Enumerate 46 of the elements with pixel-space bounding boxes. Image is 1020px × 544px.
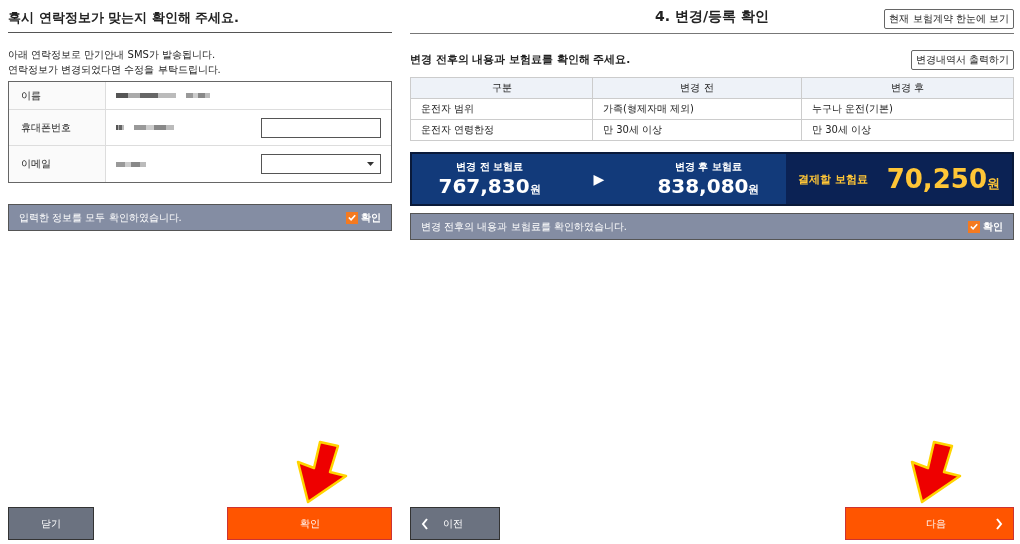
premium-label: 변경 전 보험료 [456, 160, 524, 174]
page-title: 4. 변경/등록 확인 [655, 7, 769, 26]
payment-label: 결제할 보험료 [798, 171, 868, 187]
close-button[interactable]: 닫기 [8, 507, 94, 540]
premium-amount: 767,830원 [438, 174, 541, 198]
premium-label: 변경 후 보험료 [674, 160, 742, 174]
note-text: 아래 연락정보로 만기안내 SMS가 발송됩니다. [8, 48, 217, 62]
table-cell: 누구나 운전(기본) [801, 98, 1014, 120]
dropdown-icon [367, 162, 374, 166]
note-text: 연락정보가 변경되었다면 수정을 부탁드립니다. [8, 63, 222, 77]
table-cell: 만 30세 이상 [592, 119, 802, 141]
arrow-text: ▶ [593, 171, 605, 187]
confirm-checkbox[interactable]: 확인 [968, 219, 1003, 234]
print-button[interactable]: 변경내역서 출력하기 [910, 50, 1014, 70]
contract-overview-button[interactable]: 현재 보험계약 한눈에 보기 [884, 9, 1014, 29]
section-title: 혹시 연락정보가 맞는지 확인해 주세요. [8, 0, 392, 33]
table-cell: 운전자 범위 [410, 98, 593, 120]
phone-input[interactable] [261, 117, 381, 138]
email-domain-select[interactable] [261, 154, 381, 174]
redacted-text [134, 125, 174, 130]
chevron-left-icon [421, 517, 429, 530]
confirm-text: 입력한 정보를 모두 확인하였습니다. [19, 210, 182, 225]
checkmark-icon [347, 212, 357, 223]
column-header: 변경 후 [801, 77, 1014, 99]
next-button[interactable]: 다음 [845, 507, 1014, 540]
confirm-button[interactable]: 확인 [227, 507, 392, 540]
chevron-right-icon [995, 517, 1003, 530]
table-cell: 가족(형제자매 제외) [592, 98, 802, 120]
table-cell: 운전자 연령한정 [410, 119, 593, 141]
redacted-text [116, 161, 146, 167]
field-label: 이름 [9, 82, 106, 110]
payment-amount: 70,250원 [886, 164, 1000, 194]
field-label: 이메일 [9, 146, 106, 182]
redacted-text [116, 93, 176, 98]
redacted-text [186, 93, 210, 98]
premium-amount: 838,080원 [657, 174, 760, 198]
checkmark-icon [969, 221, 979, 232]
column-header: 변경 전 [592, 77, 802, 99]
confirm-text: 변경 전후의 내용과 보험료를 확인하였습니다. [421, 219, 627, 234]
column-header: 구분 [410, 77, 593, 99]
confirm-checkbox[interactable]: 확인 [346, 210, 381, 225]
back-button[interactable]: 이전 [410, 507, 500, 540]
redacted-text [116, 125, 124, 130]
table-cell: 만 30세 이상 [801, 119, 1014, 141]
section-subtitle: 변경 전후의 내용과 보험료를 확인해 주세요. [410, 53, 631, 67]
field-label: 휴대폰번호 [9, 110, 106, 146]
